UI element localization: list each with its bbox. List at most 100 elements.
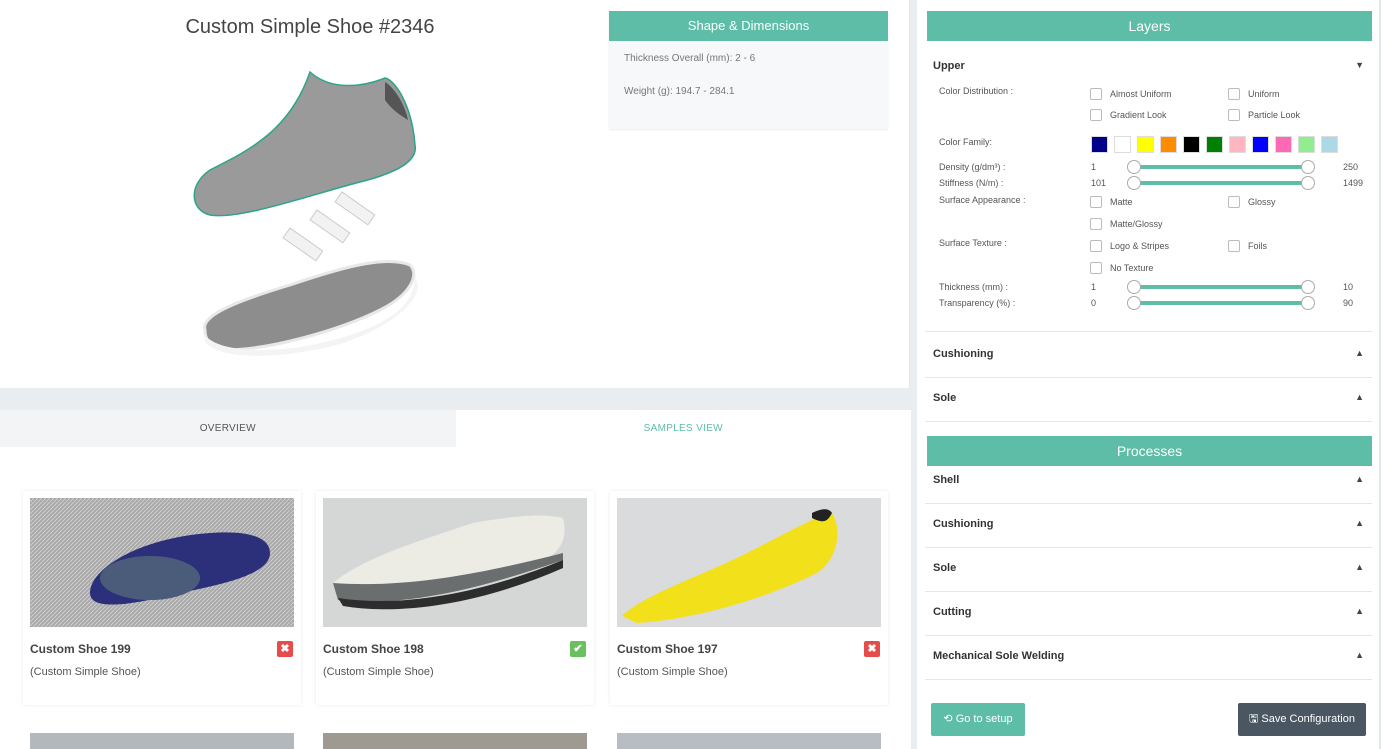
density-min-handle[interactable] bbox=[1127, 160, 1141, 174]
transparency-max: 90 bbox=[1343, 298, 1354, 308]
accordion-process-cushioning[interactable]: Cushioning ▲ bbox=[925, 504, 1372, 548]
sample-name: Custom Shoe 198 bbox=[323, 642, 424, 656]
thickness-overall: Thickness Overall (mm): 2 - 6 bbox=[624, 53, 756, 64]
shape-dimensions-card: Shape & Dimensions Thickness Overall (mm… bbox=[609, 11, 888, 129]
page-title: Custom Simple Shoe #2346 bbox=[185, 16, 435, 38]
sample-photo-partial bbox=[30, 733, 294, 749]
uniform-label: Uniform bbox=[1248, 89, 1280, 99]
sample-photo bbox=[617, 498, 881, 627]
accordion-cushioning[interactable]: Cushioning ▲ bbox=[925, 334, 1372, 378]
transparency-max-handle[interactable] bbox=[1301, 296, 1315, 310]
color-swatch[interactable] bbox=[1229, 136, 1246, 153]
particle-look-checkbox[interactable] bbox=[1228, 109, 1240, 121]
color-swatch[interactable] bbox=[1160, 136, 1177, 153]
transparency-label: Transparency (%) : bbox=[939, 298, 1016, 308]
thickness-max-handle[interactable] bbox=[1301, 280, 1315, 294]
chevron-up-icon[interactable]: ▲ bbox=[1355, 606, 1364, 616]
chevron-up-icon[interactable]: ▲ bbox=[1355, 650, 1364, 660]
sample-photo bbox=[323, 498, 587, 627]
main-panel: Custom Simple Shoe #2346 Shape & Dimensi… bbox=[0, 0, 911, 749]
logo-stripes-checkbox[interactable] bbox=[1090, 240, 1102, 252]
chevron-down-icon[interactable]: ▼ bbox=[1355, 60, 1364, 70]
process-cushioning-label: Cushioning bbox=[933, 518, 994, 530]
thickness-slider-track[interactable] bbox=[1133, 285, 1309, 289]
almost-uniform-label: Almost Uniform bbox=[1110, 89, 1172, 99]
accordion-shell[interactable]: Shell ▲ bbox=[925, 460, 1372, 504]
sample-card[interactable]: Custom Shoe 198 ✔ (Custom Simple Shoe) bbox=[316, 491, 594, 705]
transparency-min-handle[interactable] bbox=[1127, 296, 1141, 310]
stiffness-max-handle[interactable] bbox=[1301, 176, 1315, 190]
color-swatch[interactable] bbox=[1183, 136, 1200, 153]
color-swatch[interactable] bbox=[1275, 136, 1292, 153]
tab-overview[interactable]: OVERVIEW bbox=[0, 410, 456, 447]
matte-glossy-label: Matte/Glossy bbox=[1110, 219, 1163, 229]
cutting-label: Cutting bbox=[933, 606, 972, 618]
reject-status-icon[interactable]: ✖ bbox=[864, 641, 880, 657]
uniform-checkbox[interactable] bbox=[1228, 88, 1240, 100]
accordion-process-sole[interactable]: Sole ▲ bbox=[925, 548, 1372, 592]
go-to-setup-button[interactable]: ⟲ Go to setup bbox=[931, 703, 1025, 736]
stiffness-slider-track[interactable] bbox=[1133, 181, 1309, 185]
color-swatch[interactable] bbox=[1252, 136, 1269, 153]
color-swatch[interactable] bbox=[1298, 136, 1315, 153]
particle-look-label: Particle Look bbox=[1248, 110, 1301, 120]
sole-label: Sole bbox=[933, 392, 957, 404]
chevron-up-icon[interactable]: ▲ bbox=[1355, 474, 1364, 484]
accordion-sole[interactable]: Sole ▲ bbox=[925, 378, 1372, 422]
matte-checkbox[interactable] bbox=[1090, 196, 1102, 208]
shoe-3d-model[interactable] bbox=[180, 60, 440, 360]
no-texture-checkbox[interactable] bbox=[1090, 262, 1102, 274]
glossy-label: Glossy bbox=[1248, 197, 1276, 207]
chevron-up-icon[interactable]: ▲ bbox=[1355, 348, 1364, 358]
sample-card[interactable]: Custom Shoe 199 ✖ (Custom Simple Shoe) bbox=[23, 491, 301, 705]
tab-samples-view[interactable]: SAMPLES VIEW bbox=[455, 410, 911, 447]
layers-header: Layers bbox=[927, 11, 1372, 41]
chevron-up-icon[interactable]: ▲ bbox=[1355, 392, 1364, 402]
gradient-look-checkbox[interactable] bbox=[1090, 109, 1102, 121]
save-configuration-button[interactable]: 🖫 Save Configuration bbox=[1238, 703, 1366, 736]
no-texture-label: No Texture bbox=[1110, 263, 1154, 273]
foils-label: Foils bbox=[1248, 241, 1268, 251]
color-swatch[interactable] bbox=[1091, 136, 1108, 153]
process-sole-label: Sole bbox=[933, 562, 957, 574]
shape-dimensions-header: Shape & Dimensions bbox=[609, 11, 888, 41]
view-tabs: OVERVIEW SAMPLES VIEW bbox=[0, 410, 911, 447]
surface-appearance-label: Surface Appearance : bbox=[939, 195, 1026, 205]
thickness-min-handle[interactable] bbox=[1127, 280, 1141, 294]
density-max: 250 bbox=[1343, 162, 1359, 172]
transparency-min: 0 bbox=[1091, 298, 1097, 308]
density-slider-track[interactable] bbox=[1133, 165, 1309, 169]
shell-label: Shell bbox=[933, 474, 960, 486]
sample-type: (Custom Simple Shoe) bbox=[617, 666, 728, 678]
color-swatch[interactable] bbox=[1321, 136, 1338, 153]
color-distribution-label: Color Distribution : bbox=[939, 86, 1014, 96]
sample-name: Custom Shoe 197 bbox=[617, 642, 718, 656]
approve-status-icon[interactable]: ✔ bbox=[570, 641, 586, 657]
gradient-look-label: Gradient Look bbox=[1110, 110, 1167, 120]
color-swatch[interactable] bbox=[1137, 136, 1154, 153]
chevron-up-icon[interactable]: ▲ bbox=[1355, 518, 1364, 528]
sample-name: Custom Shoe 199 bbox=[30, 642, 131, 656]
transparency-slider-track[interactable] bbox=[1133, 301, 1309, 305]
accordion-mechanical-sole-welding[interactable]: Mechanical Sole Welding ▲ bbox=[925, 636, 1372, 680]
density-max-handle[interactable] bbox=[1301, 160, 1315, 174]
stiffness-max: 1499 bbox=[1343, 178, 1364, 188]
glossy-checkbox[interactable] bbox=[1228, 196, 1240, 208]
accordion-cutting[interactable]: Cutting ▲ bbox=[925, 592, 1372, 636]
thickness-min: 1 bbox=[1091, 282, 1097, 292]
cushioning-label: Cushioning bbox=[933, 348, 994, 360]
color-family-label: Color Family: bbox=[939, 137, 993, 147]
reject-status-icon[interactable]: ✖ bbox=[277, 641, 293, 657]
sample-card[interactable]: Custom Shoe 197 ✖ (Custom Simple Shoe) bbox=[610, 491, 888, 705]
almost-uniform-checkbox[interactable] bbox=[1090, 88, 1102, 100]
upper-label: Upper bbox=[933, 60, 965, 72]
foils-checkbox[interactable] bbox=[1228, 240, 1240, 252]
color-swatch[interactable] bbox=[1206, 136, 1223, 153]
chevron-up-icon[interactable]: ▲ bbox=[1355, 562, 1364, 572]
matte-glossy-checkbox[interactable] bbox=[1090, 218, 1102, 230]
sample-photo bbox=[30, 498, 294, 627]
stiffness-min-handle[interactable] bbox=[1127, 176, 1141, 190]
color-swatch[interactable] bbox=[1114, 136, 1131, 153]
thickness-label: Thickness (mm) : bbox=[939, 282, 1009, 292]
sample-type: (Custom Simple Shoe) bbox=[323, 666, 434, 678]
